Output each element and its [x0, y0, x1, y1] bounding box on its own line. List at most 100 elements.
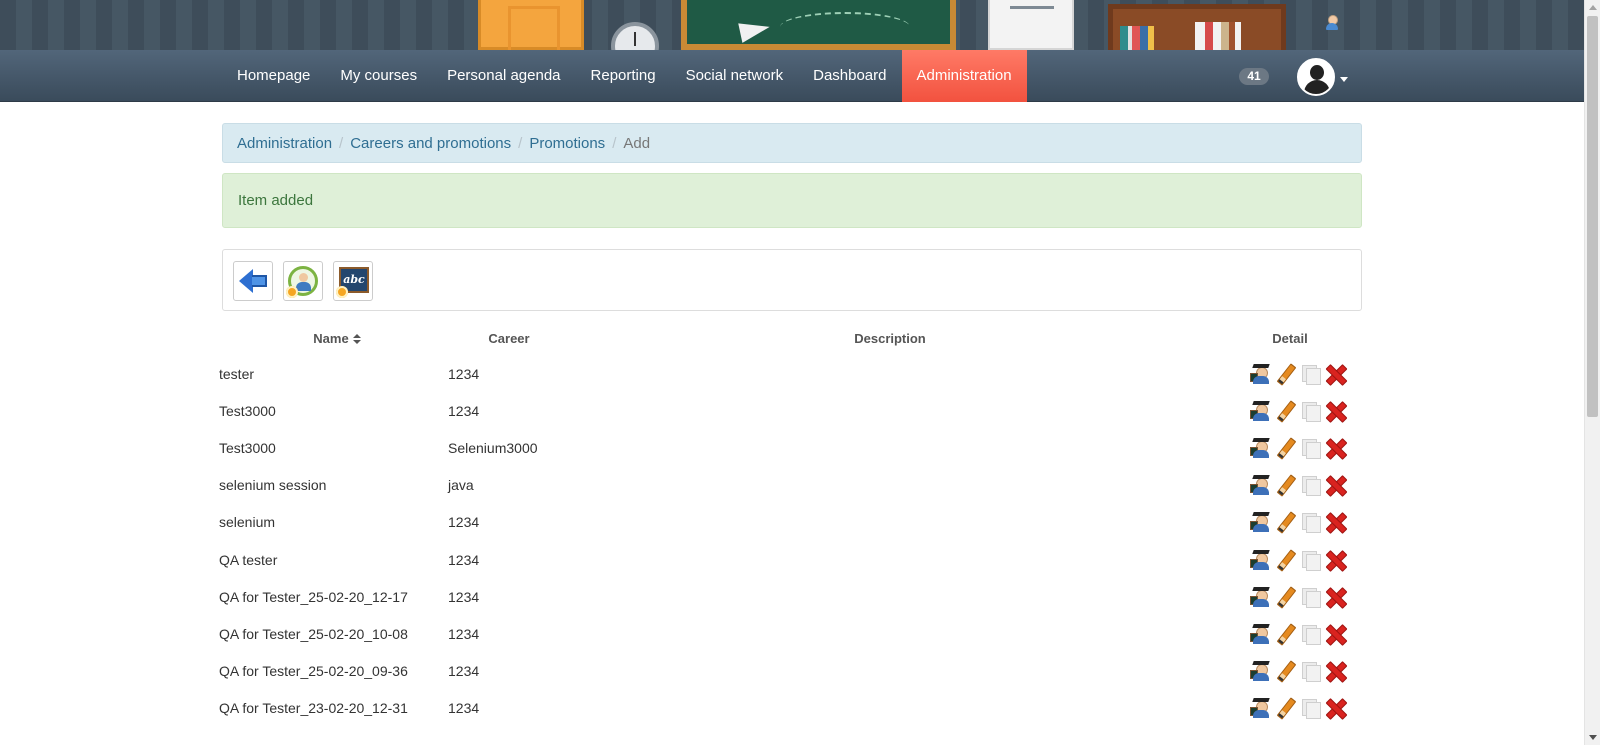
subscribe-sessions-icon[interactable] — [1250, 586, 1270, 607]
table-row: Test3000 Selenium3000 — [218, 429, 1362, 466]
edit-pencil-icon[interactable] — [1275, 550, 1295, 570]
back-button[interactable] — [233, 261, 273, 301]
cell-actions — [1248, 698, 1362, 720]
copy-icon[interactable] — [1300, 438, 1321, 459]
delete-icon[interactable] — [1325, 401, 1345, 421]
delete-icon[interactable] — [1325, 550, 1345, 570]
breadcrumb-link-administration[interactable]: Administration — [237, 135, 332, 152]
table-header: Name Career Description Detail — [218, 321, 1362, 355]
table-row: QA for Tester_25-02-20_10-08 1234 — [218, 615, 1362, 652]
delete-icon[interactable] — [1325, 661, 1345, 681]
small-user-icon[interactable] — [1325, 15, 1339, 31]
sort-icon — [352, 334, 361, 345]
edit-pencil-icon[interactable] — [1275, 512, 1295, 532]
delete-icon[interactable] — [1325, 438, 1345, 458]
banner-paper-illustration — [988, 0, 1074, 50]
star-icon — [336, 286, 348, 298]
cell-actions — [1248, 512, 1362, 534]
copy-icon[interactable] — [1300, 698, 1321, 720]
cell-name: selenium session — [219, 477, 327, 494]
breadcrumb-link-promotions[interactable]: Promotions — [529, 135, 605, 152]
delete-icon[interactable] — [1325, 364, 1345, 384]
add-course-button[interactable]: abc — [333, 261, 373, 301]
delete-icon[interactable] — [1325, 698, 1345, 718]
copy-icon[interactable] — [1300, 624, 1321, 645]
copy-icon[interactable] — [1300, 401, 1321, 422]
cell-career: 1234 — [448, 402, 480, 419]
cell-actions — [1248, 661, 1362, 683]
cell-career: 1234 — [448, 551, 480, 568]
nav-item-reporting[interactable]: Reporting — [576, 50, 671, 102]
column-header-detail: Detail — [1272, 330, 1308, 346]
edit-pencil-icon[interactable] — [1275, 587, 1295, 607]
delete-icon[interactable] — [1325, 512, 1345, 532]
subscribe-sessions-icon[interactable] — [1250, 698, 1270, 719]
copy-icon[interactable] — [1300, 587, 1321, 608]
delete-icon[interactable] — [1325, 587, 1345, 607]
breadcrumb: Administration / Careers and promotions / Pr… — [222, 123, 1362, 163]
cell-career: 1234 — [448, 514, 480, 531]
delete-icon[interactable] — [1325, 475, 1345, 495]
cell-career: 1234 — [448, 365, 480, 382]
nav-item-dashboard[interactable]: Dashboard — [798, 50, 901, 102]
edit-pencil-icon[interactable] — [1275, 401, 1295, 421]
delete-icon[interactable] — [1325, 624, 1345, 644]
table-row: Test3000 1234 — [218, 392, 1362, 429]
banner-clock-illustration — [611, 22, 659, 50]
breadcrumb-link-careers-and-promotions[interactable]: Careers and promotions — [350, 135, 511, 152]
cell-actions — [1248, 437, 1362, 459]
scroll-up-arrow-icon[interactable] — [1589, 5, 1597, 10]
copy-icon[interactable] — [1300, 550, 1321, 571]
alert-message: Item added — [238, 192, 314, 209]
edit-pencil-icon[interactable] — [1275, 661, 1295, 681]
cell-actions — [1248, 549, 1362, 571]
subscribe-sessions-icon[interactable] — [1250, 400, 1270, 421]
subscribe-sessions-icon[interactable] — [1250, 475, 1270, 496]
cell-actions — [1248, 363, 1362, 385]
subscribe-sessions-icon[interactable] — [1250, 512, 1270, 533]
add-teacher-button[interactable] — [283, 261, 323, 301]
cell-actions — [1248, 623, 1362, 645]
subscribe-sessions-icon[interactable] — [1250, 661, 1270, 682]
scrollbar-thumb[interactable] — [1587, 16, 1598, 417]
subscribe-sessions-icon[interactable] — [1250, 437, 1270, 458]
edit-pencil-icon[interactable] — [1275, 624, 1295, 644]
table-row: selenium session java — [218, 467, 1362, 504]
vertical-scrollbar[interactable] — [1584, 0, 1600, 745]
nav-item-my-courses[interactable]: My courses — [325, 50, 432, 102]
user-avatar[interactable] — [1297, 58, 1335, 96]
success-alert: Item added — [222, 173, 1362, 228]
cell-career: Selenium3000 — [448, 439, 538, 456]
copy-icon[interactable] — [1300, 661, 1321, 683]
subscribe-sessions-icon[interactable] — [1250, 549, 1270, 570]
cell-career: 1234 — [448, 588, 480, 605]
subscribe-sessions-icon[interactable] — [1250, 363, 1270, 384]
promotions-table: Name Career Description Detail tester 123… — [218, 321, 1362, 727]
nav-item-personal-agenda[interactable]: Personal agenda — [432, 50, 575, 102]
column-header-name[interactable]: Name — [218, 331, 456, 346]
chevron-down-icon[interactable] — [1340, 77, 1348, 82]
table-row: QA for Tester_25-02-20_09-36 1234 — [218, 653, 1362, 690]
nav-item-administration[interactable]: Administration — [901, 50, 1027, 102]
copy-icon[interactable] — [1300, 475, 1321, 497]
table-row: tester 1234 — [218, 355, 1362, 392]
edit-pencil-icon[interactable] — [1275, 438, 1295, 458]
nav-menu: Homepage My courses Personal agenda Reporti… — [222, 50, 1027, 102]
cell-name: selenium — [219, 514, 276, 531]
nav-item-social-network[interactable]: Social network — [671, 50, 799, 102]
notification-count-badge[interactable]: 41 — [1239, 68, 1269, 85]
edit-pencil-icon[interactable] — [1275, 475, 1295, 495]
cell-name: QA for Tester_25-02-20_09-36 — [219, 663, 408, 680]
copy-icon[interactable] — [1300, 512, 1321, 534]
subscribe-sessions-icon[interactable] — [1250, 623, 1270, 644]
scroll-down-arrow-icon[interactable] — [1589, 735, 1597, 740]
edit-pencil-icon[interactable] — [1275, 698, 1295, 718]
nav-item-homepage[interactable]: Homepage — [222, 50, 325, 102]
cell-name: Test3000 — [219, 402, 276, 419]
column-header-career: Career — [488, 330, 530, 346]
cell-name: Test3000 — [219, 439, 276, 456]
copy-icon[interactable] — [1300, 364, 1321, 385]
edit-pencil-icon[interactable] — [1275, 364, 1295, 384]
breadcrumb-separator: / — [518, 134, 523, 152]
cell-career: 1234 — [448, 625, 480, 642]
